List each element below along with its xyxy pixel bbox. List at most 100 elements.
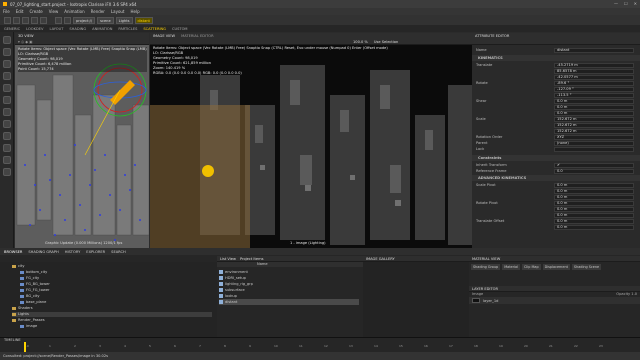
kinematics-field[interactable]: 85.6578 m <box>554 68 634 74</box>
select-tool-icon[interactable] <box>3 36 11 44</box>
menu-animation[interactable]: Animation <box>64 9 84 14</box>
outliner-item[interactable]: city <box>12 264 25 269</box>
minimize-button[interactable]: — <box>614 1 618 6</box>
kinematics-field[interactable]: 152.672 m <box>554 116 634 122</box>
maximize-button[interactable]: ☐ <box>624 1 628 6</box>
chip-clip-map[interactable]: Clip Map <box>521 264 541 270</box>
outliner-item[interactable]: FG_city <box>20 276 39 281</box>
advanced-field[interactable]: 0.0 m <box>554 194 634 200</box>
kinematics-field[interactable]: 0.0 m <box>554 98 634 104</box>
kinematics-field[interactable]: 152.672 m <box>554 128 634 134</box>
kinematics-field[interactable]: -113.5 ° <box>554 92 634 98</box>
name-column-header[interactable]: Name <box>217 262 363 267</box>
tab-explorer[interactable]: EXPLORER <box>86 250 105 254</box>
advanced-field[interactable]: 0.0 m <box>554 206 634 212</box>
pivot-tool-icon[interactable] <box>3 84 11 92</box>
outliner-item[interactable]: BG_city <box>20 294 40 299</box>
rotate-tool-icon[interactable] <box>3 60 11 68</box>
timeline[interactable]: TIMELINE 0.0 1 2 3 4 5 6 7 8 9 10 11 12 13 14 15 16 17 18 1… <box>0 337 640 352</box>
list-view-dropdown[interactable]: List View <box>220 257 236 261</box>
outliner-item[interactable]: bottom_city <box>20 270 47 275</box>
viewport-3d[interactable]: Rotate Items: Object space (Vec Rotate (… <box>15 45 149 248</box>
outliner-item[interactable]: Shaders <box>12 306 33 311</box>
measure-tool-icon[interactable] <box>3 132 11 140</box>
tab-timeline[interactable]: TIMELINE <box>4 338 21 343</box>
new-icon[interactable] <box>4 16 11 24</box>
tab-history[interactable]: HISTORY <box>65 250 81 254</box>
kinematics-field[interactable]: -45.2719 m <box>554 62 634 68</box>
breadcrumb-distant[interactable]: distant <box>134 16 153 24</box>
kinematics-field[interactable]: -89.6 ° <box>554 80 634 86</box>
undo-icon[interactable] <box>31 16 38 24</box>
tab-image-gallery[interactable]: IMAGE GALLERY <box>366 257 395 261</box>
forward-icon[interactable] <box>64 16 71 24</box>
menu-create[interactable]: Create <box>29 9 42 14</box>
redo-icon[interactable] <box>40 16 47 24</box>
kinematics-field[interactable]: 152.672 m <box>554 122 634 128</box>
kinematics-field[interactable] <box>554 146 634 152</box>
browser-item[interactable]: distant <box>219 299 359 305</box>
menu-view[interactable]: View <box>49 9 59 14</box>
breadcrumb-project[interactable]: project:// <box>73 16 96 24</box>
chip-shading-scene[interactable]: Shading Scene <box>571 264 602 270</box>
kinematics-field[interactable]: 0.0 m <box>554 104 634 110</box>
layer-row[interactable]: layer_1d <box>469 297 640 304</box>
section-advanced[interactable]: ADVANCED KINEMATICS <box>472 175 640 181</box>
pick-tool-icon[interactable] <box>3 168 11 176</box>
constraint-field[interactable]: ✔ <box>554 162 634 168</box>
close-button[interactable]: ✕ <box>634 1 637 6</box>
advanced-field[interactable]: 0.0 m <box>554 218 634 224</box>
tab-browser[interactable]: BROWSER <box>4 250 22 254</box>
kinematics-field[interactable]: XYZ <box>554 134 634 140</box>
advanced-field[interactable]: 0.0 m <box>554 200 634 206</box>
tab-search[interactable]: SEARCH <box>111 250 126 254</box>
save-icon[interactable] <box>22 16 29 24</box>
tab-particles[interactable]: PARTICLES <box>118 27 137 31</box>
menu-help[interactable]: Help <box>131 9 140 14</box>
camera-tool-icon[interactable] <box>3 96 11 104</box>
tab-animation[interactable]: ANIMATION <box>92 27 112 31</box>
light-tool-icon[interactable] <box>3 108 11 116</box>
paint-tool-icon[interactable] <box>3 120 11 128</box>
tab-generic[interactable]: GENERIC <box>4 27 20 31</box>
chip-displacement[interactable]: Displacement <box>542 264 570 270</box>
kinematics-field[interactable]: (none) <box>554 140 634 146</box>
outliner-item[interactable]: FG_FG_tower <box>20 288 50 293</box>
tab-lookdev[interactable]: LOOKDEV <box>26 27 43 31</box>
kinematics-field[interactable]: -127.09 ° <box>554 86 634 92</box>
advanced-field[interactable]: 0.0 m <box>554 212 634 218</box>
advanced-field[interactable]: 0.0 m <box>554 188 634 194</box>
tab-scattering[interactable]: SCATTERING <box>143 27 166 31</box>
open-icon[interactable] <box>13 16 20 24</box>
outliner-item[interactable]: Render_Passes <box>12 318 45 323</box>
constraint-field[interactable]: 0.0 <box>554 168 634 174</box>
menu-edit[interactable]: Edit <box>16 9 24 14</box>
kinematics-field[interactable]: 0.0 m <box>554 110 634 116</box>
snap-tool-icon[interactable] <box>3 144 11 152</box>
project-items-dropdown[interactable]: Project Items <box>240 257 264 261</box>
breadcrumb-scene[interactable]: scene <box>97 16 114 24</box>
chip-material[interactable]: Material <box>502 264 520 270</box>
playhead[interactable] <box>24 342 26 352</box>
tab-layer-editor[interactable]: LAYER EDITOR <box>472 287 498 291</box>
scale-tool-icon[interactable] <box>3 72 11 80</box>
section-kinematics[interactable]: KINEMATICS <box>472 55 640 61</box>
advanced-field[interactable]: 0.0 m <box>554 182 634 188</box>
move-tool-icon[interactable] <box>3 48 11 56</box>
section-constraints[interactable]: Constraints <box>472 155 640 161</box>
advanced-field[interactable]: 0.0 m <box>554 224 634 230</box>
tab-material-view[interactable]: MATERIAL VIEW <box>472 257 500 261</box>
menu-layout[interactable]: Layout <box>111 9 125 14</box>
menu-file[interactable]: File <box>3 9 10 14</box>
chip-shading-group[interactable]: Shading Group <box>471 264 501 270</box>
tab-layout[interactable]: LAYOUT <box>49 27 63 31</box>
hand-tool-icon[interactable] <box>3 156 11 164</box>
opacity-value[interactable]: 1.0 <box>631 292 637 296</box>
outliner-item[interactable]: FG_BG_tower <box>20 282 50 287</box>
kinematics-field[interactable]: -42.0577 m <box>554 74 634 80</box>
name-field[interactable]: distant <box>554 47 634 53</box>
outliner-item[interactable]: Lights <box>12 312 212 317</box>
tab-shading-graph[interactable]: SHADING GRAPH <box>28 250 58 254</box>
tab-shading[interactable]: SHADING <box>69 27 86 31</box>
breadcrumb-lights[interactable]: Lights <box>115 16 133 24</box>
